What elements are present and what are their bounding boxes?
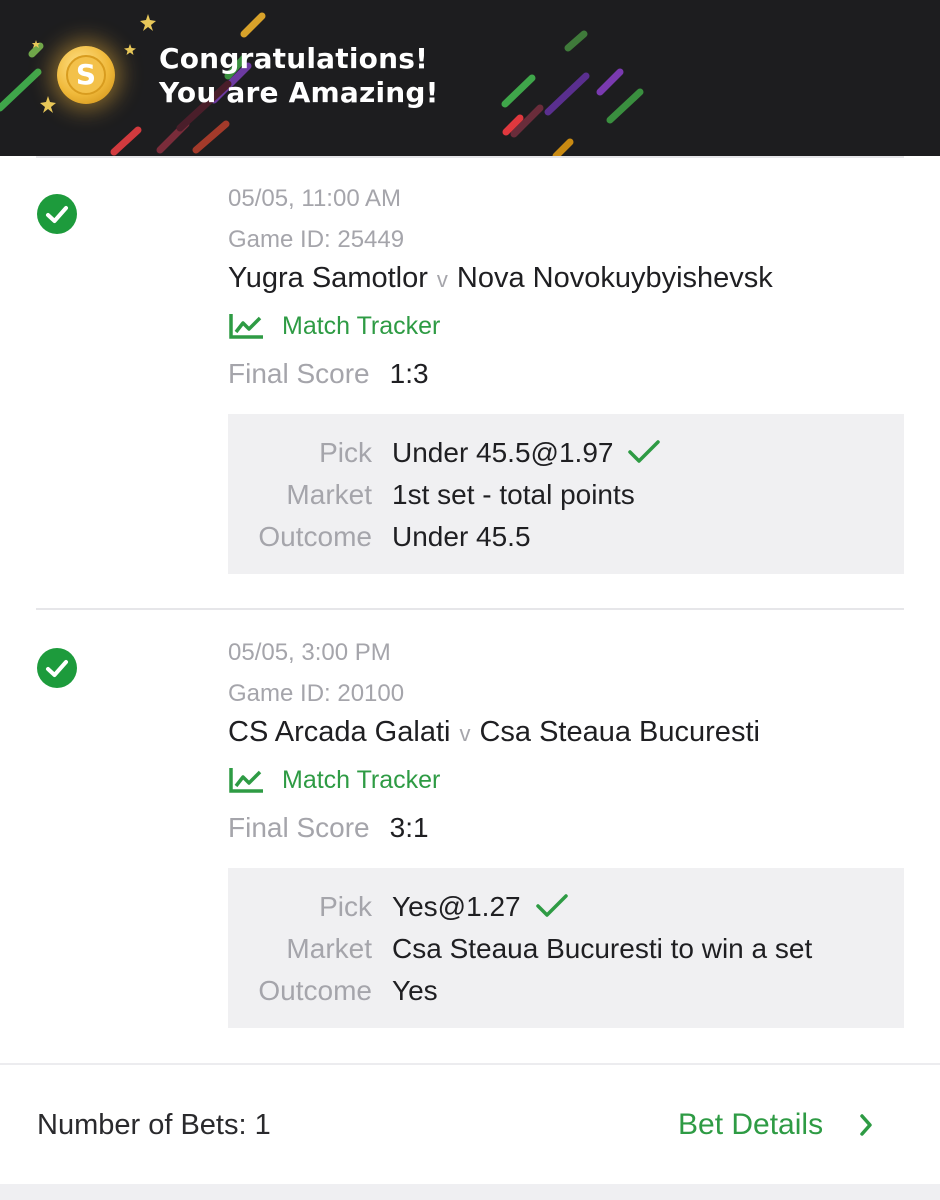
confetti-decoration [0, 12, 644, 156]
bottom-strip [0, 1184, 940, 1200]
bet-datetime: 05/05, 11:00 AM [228, 185, 402, 212]
pick-value: Under 45.5@1.97 [392, 437, 614, 468]
final-score-label: Final Score [228, 358, 370, 389]
market-label: Market [286, 479, 372, 510]
final-score-value: 3:1 [389, 812, 429, 843]
market-value: Csa Steaua Bucuresti to win a set [392, 933, 813, 964]
match-teams: Yugra Samotlor v Nova Novokuybyishevsk [228, 260, 773, 298]
final-score-label: Final Score [228, 812, 370, 843]
match-tracker-link[interactable]: Match Tracker [228, 311, 440, 341]
bet-details-label: Bet Details [678, 1108, 824, 1141]
banner-title-line1: Congratulations! [159, 42, 429, 75]
banner-title: Congratulations! You are Amazing! [159, 42, 439, 110]
pick-label: Pick [319, 437, 372, 468]
outcome-label: Outcome [258, 521, 372, 552]
versus-label: v [459, 721, 471, 746]
outcome-row: Outcome Under 45.5 [228, 516, 904, 558]
pick-value: Yes@1.27 [392, 891, 521, 922]
line-chart-icon [229, 768, 263, 793]
away-team: Nova Novokuybyishevsk [456, 262, 773, 294]
congratulations-banner: S Congratulations! You are Amazing! [0, 0, 940, 156]
match-tracker-link[interactable]: Match Tracker [228, 765, 440, 795]
versus-label: v [436, 267, 448, 292]
game-id: Game ID: 20100 [228, 680, 405, 707]
home-team: Yugra Samotlor [228, 262, 428, 294]
market-row: Market Csa Steaua Bucuresti to win a set [228, 928, 904, 970]
divider [0, 1063, 940, 1065]
final-score: Final Score 1:3 [228, 357, 429, 391]
match-teams: CS Arcada Galati v Csa Steaua Bucuresti [228, 714, 760, 752]
market-row: Market 1st set - total points [228, 474, 904, 516]
checkmark-icon [628, 439, 661, 463]
final-score-value: 1:3 [389, 358, 429, 389]
away-team: Csa Steaua Bucuresti [479, 716, 760, 748]
pick-row: Pick Yes@1.27 [228, 886, 904, 928]
match-tracker-label: Match Tracker [282, 766, 441, 794]
market-value: 1st set - total points [392, 479, 635, 510]
outcome-value: Yes [392, 975, 438, 1006]
chevron-right-icon [860, 1114, 872, 1136]
home-team: CS Arcada Galati [228, 716, 451, 748]
bet-datetime: 05/05, 3:00 PM [228, 639, 391, 666]
divider [36, 608, 904, 610]
bet-details-box: Pick Yes@1.27 Market Csa Steaua Bucurest… [228, 868, 904, 1028]
bet-details-box: Pick Under 45.5@1.97 Market 1st set - to… [228, 414, 904, 574]
pick-label: Pick [319, 891, 372, 922]
bet-details-link[interactable]: Bet Details [678, 1107, 873, 1143]
dollar-coin-icon: S [57, 46, 115, 104]
pick-row: Pick Under 45.5@1.97 [228, 432, 904, 474]
won-check-icon [37, 194, 77, 234]
divider [36, 156, 904, 158]
match-tracker-label: Match Tracker [282, 312, 441, 340]
bet-slip-card: 05/05, 11:00 AM Game ID: 25449 Yugra Sam… [0, 156, 940, 1184]
won-check-icon [37, 648, 77, 688]
banner-title-line2: You are Amazing! [159, 76, 439, 109]
number-of-bets: Number of Bets: 1 [37, 1109, 271, 1141]
outcome-label: Outcome [258, 975, 372, 1006]
outcome-value: Under 45.5 [392, 521, 531, 552]
checkmark-icon [535, 893, 568, 917]
outcome-row: Outcome Yes [228, 970, 904, 1012]
line-chart-icon [229, 314, 263, 339]
final-score: Final Score 3:1 [228, 811, 429, 845]
market-label: Market [286, 933, 372, 964]
game-id: Game ID: 25449 [228, 226, 405, 253]
